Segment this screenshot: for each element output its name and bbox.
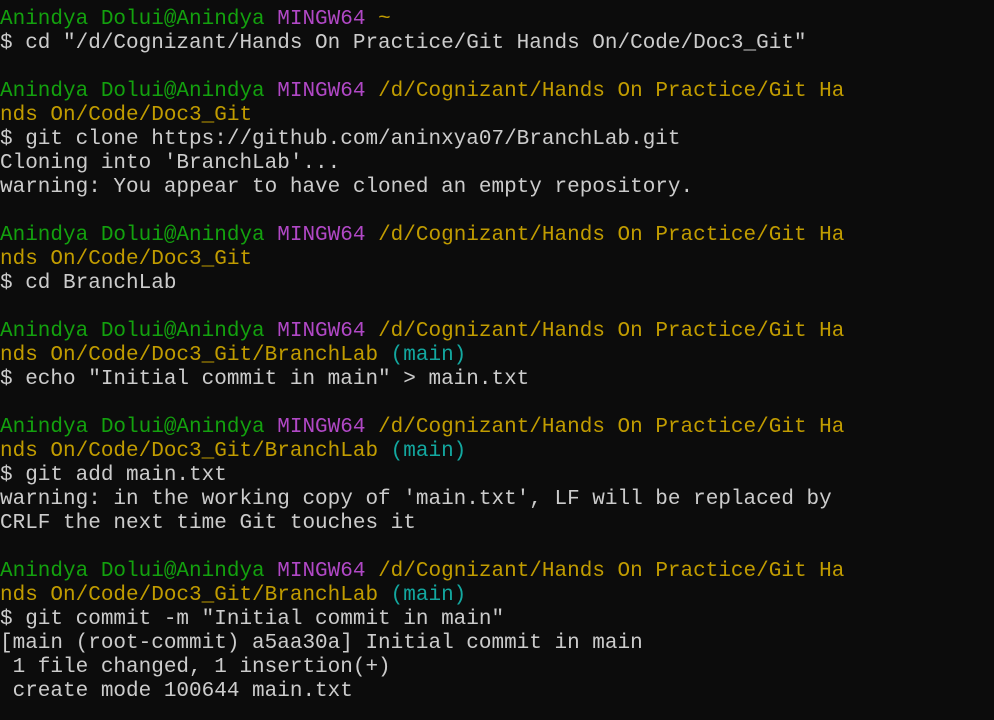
prompt-path: nds On/Code/Doc3_Git/BranchLab xyxy=(0,584,391,607)
git-branch-indicator: (main) xyxy=(390,584,467,607)
prompt-path: /d/Cognizant/Hands On Practice/Git Ha xyxy=(378,224,845,247)
terminal-line: Anindya Dolui@Anindya MINGW64 /d/Cogniza… xyxy=(0,320,994,344)
terminal-text: $ cd "/d/Cognizant/Hands On Practice/Git… xyxy=(0,32,807,55)
prompt-path: nds On/Code/Doc3_Git/BranchLab xyxy=(0,440,391,463)
terminal-line: Anindya Dolui@Anindya MINGW64 ~ xyxy=(0,8,994,32)
prompt-user-host: Anindya Dolui@Anindya xyxy=(0,320,278,343)
terminal-line: $ git clone https://github.com/aninxya07… xyxy=(0,128,994,152)
terminal-line: warning: in the working copy of 'main.tx… xyxy=(0,488,994,512)
prompt-user-host: Anindya Dolui@Anindya xyxy=(0,416,278,439)
prompt-user-host: Anindya Dolui@Anindya xyxy=(0,8,278,31)
terminal-text: $ git commit -m "Initial commit in main" xyxy=(0,608,505,631)
terminal-text: $ git clone https://github.com/aninxya07… xyxy=(0,128,681,151)
prompt-path: nds On/Code/Doc3_Git xyxy=(0,104,253,127)
terminal-line: nds On/Code/Doc3_Git/BranchLab (main) xyxy=(0,440,994,464)
prompt-path: nds On/Code/Doc3_Git xyxy=(0,248,253,271)
prompt-system: MINGW64 xyxy=(277,80,379,103)
terminal-line: nds On/Code/Doc3_Git/BranchLab (main) xyxy=(0,344,994,368)
prompt-path: /d/Cognizant/Hands On Practice/Git Ha xyxy=(378,80,845,103)
terminal-text: [main (root-commit) a5aa30a] Initial com… xyxy=(0,632,643,655)
terminal-line: $ cd BranchLab xyxy=(0,272,994,296)
terminal-text: Cloning into 'BranchLab'... xyxy=(0,152,341,175)
terminal-text: create mode 100644 main.txt xyxy=(0,680,353,703)
terminal-line: Anindya Dolui@Anindya MINGW64 /d/Cogniza… xyxy=(0,224,994,248)
terminal-line: nds On/Code/Doc3_Git xyxy=(0,248,994,272)
terminal-line: Anindya Dolui@Anindya MINGW64 /d/Cogniza… xyxy=(0,560,994,584)
terminal-line: Cloning into 'BranchLab'... xyxy=(0,152,994,176)
prompt-path: ~ xyxy=(378,8,391,31)
prompt-user-host: Anindya Dolui@Anindya xyxy=(0,80,278,103)
terminal-line: warning: You appear to have cloned an em… xyxy=(0,176,994,200)
terminal-text: warning: You appear to have cloned an em… xyxy=(0,176,694,199)
terminal-text: warning: in the working copy of 'main.tx… xyxy=(0,488,832,511)
prompt-user-host: Anindya Dolui@Anindya xyxy=(0,224,278,247)
terminal-line: 1 file changed, 1 insertion(+) xyxy=(0,656,994,680)
prompt-system: MINGW64 xyxy=(277,8,379,31)
terminal-line: $ cd "/d/Cognizant/Hands On Practice/Git… xyxy=(0,32,994,56)
terminal-line: [main (root-commit) a5aa30a] Initial com… xyxy=(0,632,994,656)
prompt-system: MINGW64 xyxy=(277,560,379,583)
terminal-line: Anindya Dolui@Anindya MINGW64 /d/Cogniza… xyxy=(0,416,994,440)
git-branch-indicator: (main) xyxy=(390,344,467,367)
prompt-path: /d/Cognizant/Hands On Practice/Git Ha xyxy=(378,560,845,583)
terminal-output[interactable]: Anindya Dolui@Anindya MINGW64 ~ $ cd "/d/… xyxy=(0,8,994,704)
terminal-text: 1 file changed, 1 insertion(+) xyxy=(0,656,391,679)
prompt-system: MINGW64 xyxy=(277,224,379,247)
terminal-line: Anindya Dolui@Anindya MINGW64 /d/Cogniza… xyxy=(0,80,994,104)
terminal-line: $ git add main.txt xyxy=(0,464,994,488)
git-branch-indicator: (main) xyxy=(390,440,467,463)
terminal-line: $ echo "Initial commit in main" > main.t… xyxy=(0,368,994,392)
prompt-path: /d/Cognizant/Hands On Practice/Git Ha xyxy=(378,416,845,439)
prompt-system: MINGW64 xyxy=(277,416,379,439)
terminal-text: $ git add main.txt xyxy=(0,464,227,487)
terminal-line: $ git commit -m "Initial commit in main" xyxy=(0,608,994,632)
prompt-user-host: Anindya Dolui@Anindya xyxy=(0,560,278,583)
terminal-line: create mode 100644 main.txt xyxy=(0,680,994,704)
terminal-text: $ cd BranchLab xyxy=(0,272,177,295)
prompt-system: MINGW64 xyxy=(277,320,379,343)
terminal-line: nds On/Code/Doc3_Git/BranchLab (main) xyxy=(0,584,994,608)
terminal-text: CRLF the next time Git touches it xyxy=(0,512,416,535)
prompt-path: nds On/Code/Doc3_Git/BranchLab xyxy=(0,344,391,367)
terminal-line: nds On/Code/Doc3_Git xyxy=(0,104,994,128)
terminal-text: $ echo "Initial commit in main" > main.t… xyxy=(0,368,530,391)
prompt-path: /d/Cognizant/Hands On Practice/Git Ha xyxy=(378,320,845,343)
terminal-line: CRLF the next time Git touches it xyxy=(0,512,994,536)
